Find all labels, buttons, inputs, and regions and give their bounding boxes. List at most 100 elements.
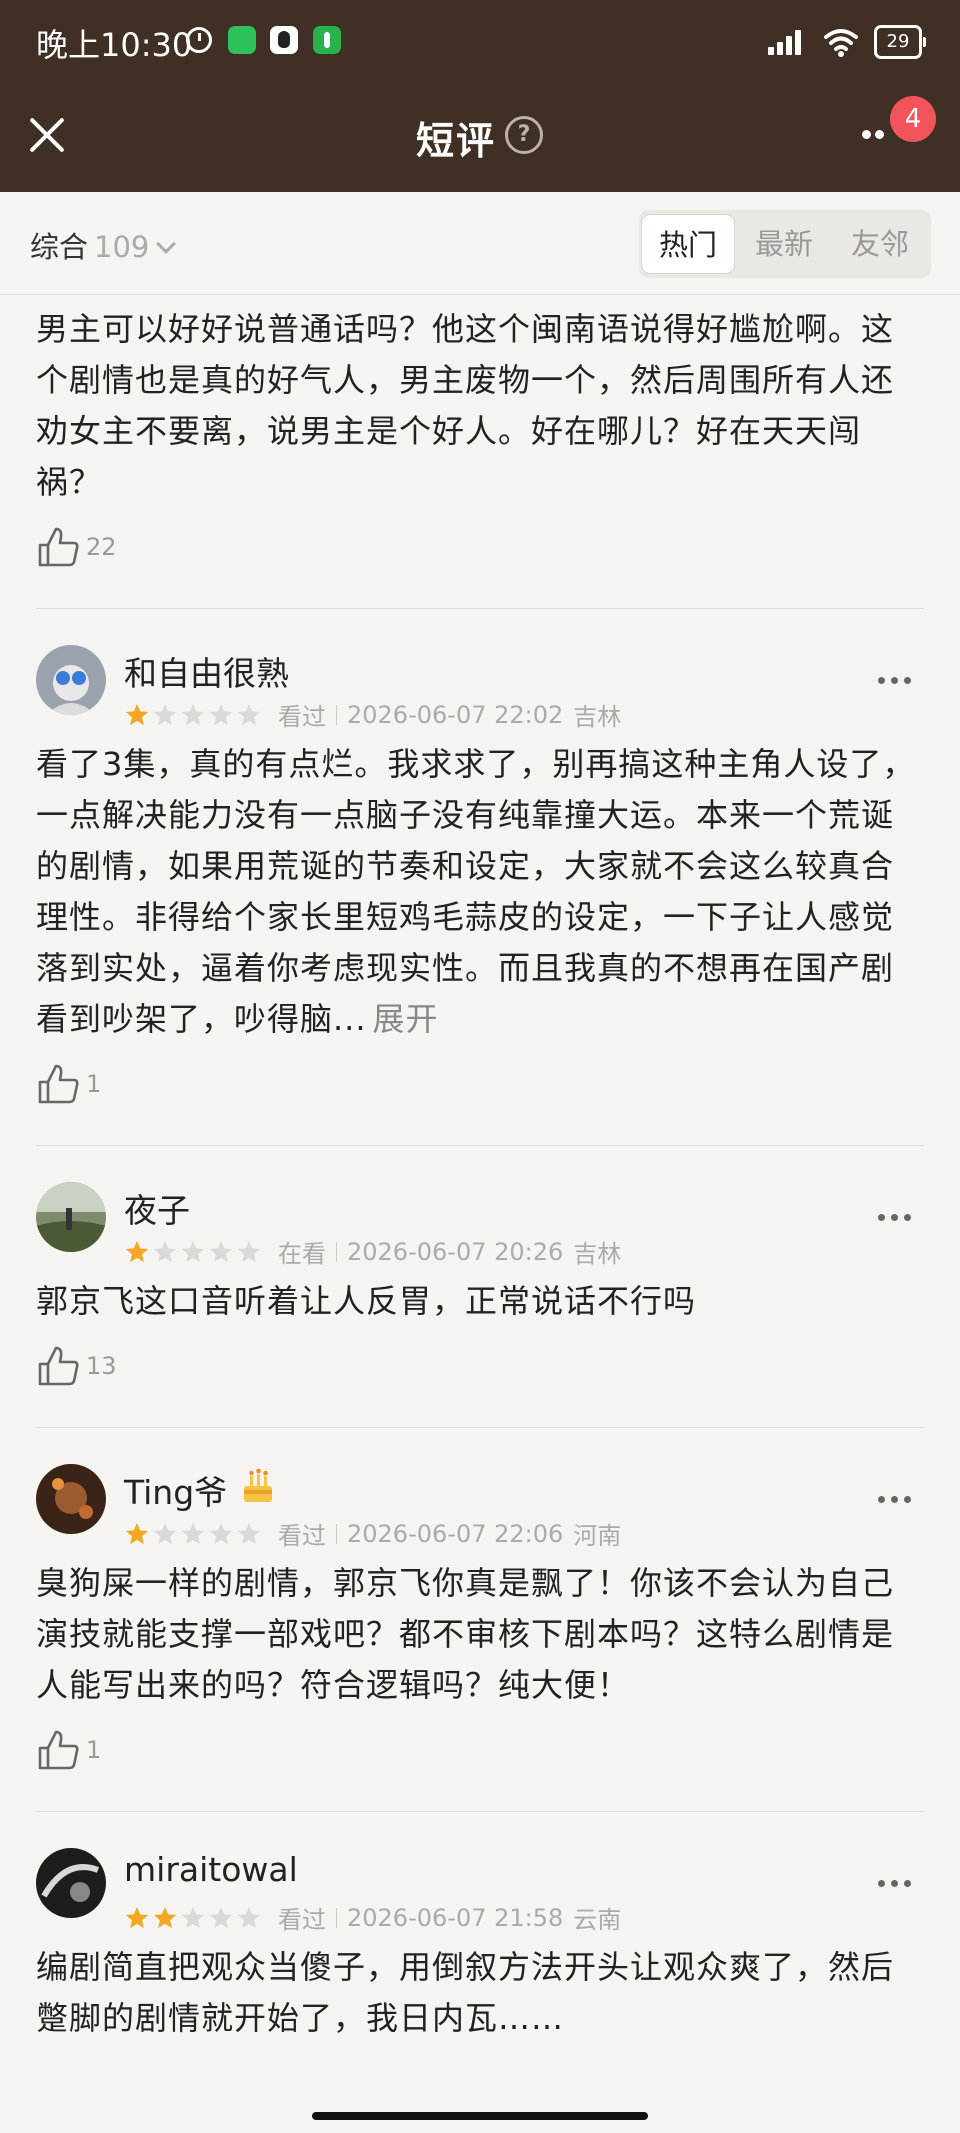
review-header: miraitowal 看过 2026-06-07 21:58 云南	[36, 1848, 924, 1934]
like-count: 1	[86, 1736, 102, 1764]
tab-latest[interactable]: 最新	[737, 214, 831, 274]
review-text: 郭京飞这口音听着让人反胃，正常说话不行吗	[36, 1282, 697, 1320]
star-filled-icon	[125, 1240, 149, 1262]
review-item: 和自由很熟 看过 2026-06-07 22:02 吉林 看了3集，真的有点烂。…	[36, 645, 924, 1109]
watch-status: 在看	[278, 1240, 326, 1268]
like-button[interactable]: 22	[36, 522, 924, 572]
like-button[interactable]: 13	[36, 1341, 924, 1391]
star-empty-icon	[209, 1240, 233, 1262]
thumbs-up-icon	[38, 1730, 79, 1770]
star-empty-icon	[181, 1240, 205, 1262]
filter-bar: 综合 109 热门 最新 友邻	[0, 192, 960, 295]
star-empty-icon	[181, 1522, 205, 1544]
like-button[interactable]: 1	[36, 1059, 924, 1109]
review-count: 109	[94, 230, 150, 264]
review-meta: 在看 2026-06-07 20:26 吉林	[124, 1234, 621, 1269]
review-location: 吉林	[573, 1240, 622, 1268]
thumbs-up-icon	[38, 1346, 79, 1386]
review-header: 和自由很熟 看过 2026-06-07 22:02 吉林	[36, 645, 924, 731]
star-rating	[124, 1521, 264, 1547]
page: 晚上10:30 29 短评 ? 4 综合 109 热门 最新 友邻 男主可以好好…	[0, 0, 960, 2133]
watch-status: 看过	[278, 703, 326, 731]
star-rating	[124, 1239, 264, 1265]
avatar[interactable]	[36, 1182, 106, 1252]
more-options-icon[interactable]	[878, 677, 912, 687]
status-time: 晚上10:30	[36, 26, 193, 64]
user-name[interactable]: Ting爷	[124, 1466, 277, 1514]
qq-icon	[270, 26, 298, 54]
divider	[36, 1811, 924, 1812]
star-empty-icon	[209, 1906, 233, 1928]
star-empty-icon	[237, 703, 261, 725]
meta-separator	[336, 1523, 337, 1544]
user-name[interactable]: 夜子	[124, 1184, 190, 1232]
thumbs-up-icon	[38, 527, 79, 567]
like-count: 1	[86, 1070, 102, 1098]
review-text: 男主可以好好说普通话吗？他这个闽南语说得好尴尬啊。这个剧情也是真的好气人，男主废…	[36, 310, 895, 501]
tab-hot[interactable]: 热门	[641, 214, 735, 274]
review-header: 夜子 在看 2026-06-07 20:26 吉林	[36, 1182, 924, 1268]
avatar[interactable]	[36, 1848, 106, 1918]
user-name[interactable]: miraitowal	[124, 1850, 298, 1889]
notification-badge[interactable]: 4	[890, 96, 936, 142]
review-text: 臭狗屎一样的剧情，郭京飞你真是飘了！你该不会认为自己演技就能支撑一部戏吧？都不审…	[36, 1564, 895, 1704]
review-location: 云南	[573, 1906, 622, 1934]
more-options-icon[interactable]	[878, 1214, 912, 1224]
more-options-icon[interactable]	[878, 1880, 912, 1890]
page-title: 短评	[416, 119, 497, 163]
star-filled-icon	[125, 703, 149, 725]
thumbs-up-icon	[38, 1064, 79, 1104]
divider	[36, 1427, 924, 1428]
review-item: 男主可以好好说普通话吗？他这个闽南语说得好尴尬啊。这个剧情也是真的好气人，男主废…	[36, 304, 924, 572]
star-empty-icon	[153, 703, 177, 725]
like-button[interactable]: 1	[36, 1725, 924, 1775]
star-empty-icon	[209, 703, 233, 725]
star-empty-icon	[181, 703, 205, 725]
birthday-cake-icon	[239, 1468, 277, 1514]
review-meta: 看过 2026-06-07 22:02 吉林	[124, 697, 621, 732]
help-icon[interactable]: ?	[505, 116, 543, 154]
meta-separator	[336, 704, 337, 725]
star-empty-icon	[153, 1522, 177, 1544]
wechat-icon	[228, 26, 256, 54]
review-datetime: 2026-06-07 21:58	[347, 1903, 564, 1932]
star-empty-icon	[181, 1906, 205, 1928]
star-empty-icon	[237, 1906, 261, 1928]
meta-separator	[336, 1241, 337, 1262]
star-empty-icon	[153, 1240, 177, 1262]
wifi-icon	[824, 29, 858, 57]
app-notification-icon	[313, 26, 341, 54]
more-options-icon[interactable]	[862, 130, 896, 140]
user-name[interactable]: 和自由很熟	[124, 647, 289, 695]
signal-icon	[768, 30, 804, 55]
sort-dropdown[interactable]: 综合 109	[30, 224, 177, 266]
tab-friends[interactable]: 友邻	[833, 214, 927, 274]
battery-indicator: 29	[874, 25, 926, 59]
watch-status: 看过	[278, 1906, 326, 1934]
star-empty-icon	[209, 1522, 233, 1544]
star-rating	[124, 1905, 264, 1931]
top-bar: 晚上10:30 29 短评 ? 4	[0, 0, 960, 192]
review-datetime: 2026-06-07 22:06	[347, 1519, 564, 1548]
divider	[36, 608, 924, 609]
review-meta: 看过 2026-06-07 21:58 云南	[124, 1900, 621, 1935]
expand-link[interactable]: 展开	[373, 1000, 439, 1038]
sort-label: 综合	[30, 230, 89, 264]
review-item: 夜子 在看 2026-06-07 20:26 吉林 郭京飞这口音听着让人反胃，正…	[36, 1182, 924, 1391]
like-count: 13	[86, 1352, 117, 1380]
like-count: 22	[86, 533, 117, 561]
home-indicator[interactable]	[312, 2112, 648, 2120]
watch-status: 看过	[278, 1522, 326, 1550]
review-datetime: 2026-06-07 20:26	[347, 1237, 564, 1266]
close-icon[interactable]	[26, 114, 68, 156]
more-options-icon[interactable]	[878, 1496, 912, 1506]
review-meta: 看过 2026-06-07 22:06 河南	[124, 1516, 621, 1551]
review-location: 河南	[573, 1522, 622, 1550]
divider	[36, 1145, 924, 1146]
avatar[interactable]	[36, 1464, 106, 1534]
alarm-icon	[186, 27, 212, 53]
star-filled-icon	[125, 1522, 149, 1544]
avatar[interactable]	[36, 645, 106, 715]
star-empty-icon	[237, 1240, 261, 1262]
review-text: 编剧简直把观众当傻子，用倒叙方法开头让观众爽了，然后蹩脚的剧情就开始了，我日内瓦…	[36, 1948, 895, 2037]
